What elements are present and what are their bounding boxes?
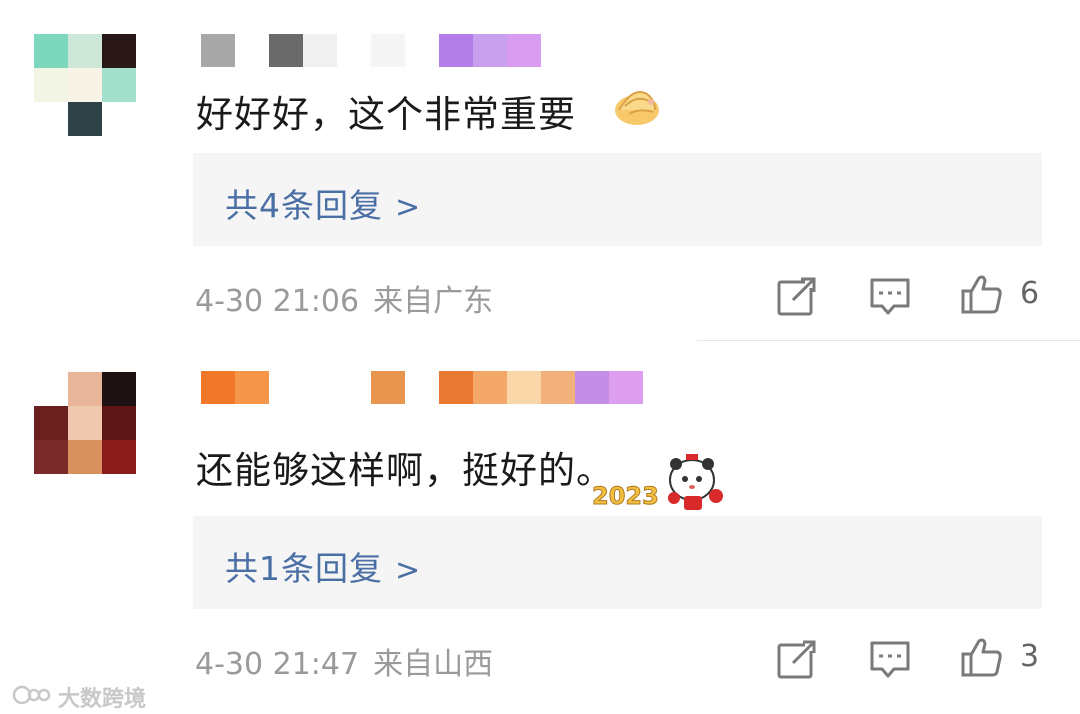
username-mosaic-block [575,371,609,404]
location: 来自广东 [373,284,494,319]
avatar-mosaic-block [102,68,136,102]
username-mosaic-block [439,371,473,404]
username-mosaic-block [541,371,575,404]
comment-text: 还能够这样啊，挺好的。 [196,449,614,492]
share-icon[interactable] [775,274,819,318]
username-mosaic-block [507,371,541,404]
username-mosaic-block [235,371,269,404]
avatar[interactable] [34,372,168,474]
replies-link[interactable]: 共4条回复 > [225,179,421,227]
comment-item-1: 好好好，这个非常重要 共4条回复 > 4-30 21:06 来自广东 6 [0,0,1080,345]
replies-link[interactable]: 共1条回复 > [225,542,421,590]
watermark: 大数跨境 [12,681,146,713]
username-mosaic-block [269,371,303,404]
avatar-mosaic-block [68,34,102,68]
pinched-fingers-emoji-icon [611,80,663,130]
location: 来自山西 [373,647,494,682]
comment-meta: 4-30 21:47 来自山西 [195,639,493,683]
avatar-mosaic-block [102,102,136,136]
avatar-mosaic-block [102,406,136,440]
comment-icon[interactable] [868,637,912,681]
username-mosaic-block [337,371,371,404]
username-mosaic-block [609,371,643,404]
username-mosaic-block [303,371,337,404]
username-mosaic-block [371,34,405,67]
avatar-mosaic-block [34,372,68,406]
avatar-mosaic-block [68,102,102,136]
username-mosaic-block [337,34,371,67]
avatar-mosaic-block [34,102,68,136]
avatar-mosaic-block [68,372,102,406]
comment-meta: 4-30 21:06 来自广东 [195,276,493,320]
like-count: 6 [1020,276,1040,311]
replies-label: 共1条回复 [225,549,383,588]
username-mosaic-block [507,34,541,67]
sticker-year: 2023 [592,482,659,510]
username-mosaic-block [405,34,439,67]
avatar-mosaic-block [68,440,102,474]
replies-button[interactable]: 共1条回复 > [193,516,1042,609]
chevron-right-icon: > [395,190,422,225]
username-mosaic-block [269,34,303,67]
watermark-text: 大数跨境 [58,687,147,712]
avatar-mosaic-block [68,406,102,440]
username-mosaic-block [473,34,507,67]
comment-text: 好好好，这个非常重要 [196,93,576,136]
brand-logo-icon [12,684,52,712]
avatar-mosaic-block [34,68,68,102]
panda-2023-sticker-icon: 2023 [588,452,728,516]
username-mosaic-block [439,34,473,67]
replies-label: 共4条回复 [225,186,383,225]
avatar[interactable] [34,34,168,136]
comment-icon[interactable] [868,274,912,318]
timestamp: 4-30 21:06 [195,284,360,319]
timestamp: 4-30 21:47 [195,647,360,682]
comment-item-2: 还能够这样啊，挺好的。 2023 共1条回复 > 4-30 21:47 来自山西 [0,345,1080,714]
chevron-right-icon: > [395,553,422,588]
username-mosaic-block [473,371,507,404]
username-mosaic-block [201,371,235,404]
username-mosaic-block [405,371,439,404]
avatar-mosaic-block [102,440,136,474]
avatar-mosaic-block [102,34,136,68]
replies-button[interactable]: 共4条回复 > [193,153,1042,246]
username[interactable] [201,34,681,67]
avatar-mosaic-block [34,34,68,68]
like-count: 3 [1020,639,1040,674]
username-mosaic-block [201,34,235,67]
share-icon[interactable] [775,637,819,681]
thumbs-up-icon[interactable] [960,272,1004,316]
avatar-mosaic-block [34,440,68,474]
divider [697,340,1080,341]
avatar-mosaic-block [102,372,136,406]
username-mosaic-block [235,34,269,67]
username[interactable] [201,371,681,404]
username-mosaic-block [303,34,337,67]
thumbs-up-icon[interactable] [960,635,1004,679]
avatar-mosaic-block [34,406,68,440]
avatar-mosaic-block [68,68,102,102]
username-mosaic-block [371,371,405,404]
